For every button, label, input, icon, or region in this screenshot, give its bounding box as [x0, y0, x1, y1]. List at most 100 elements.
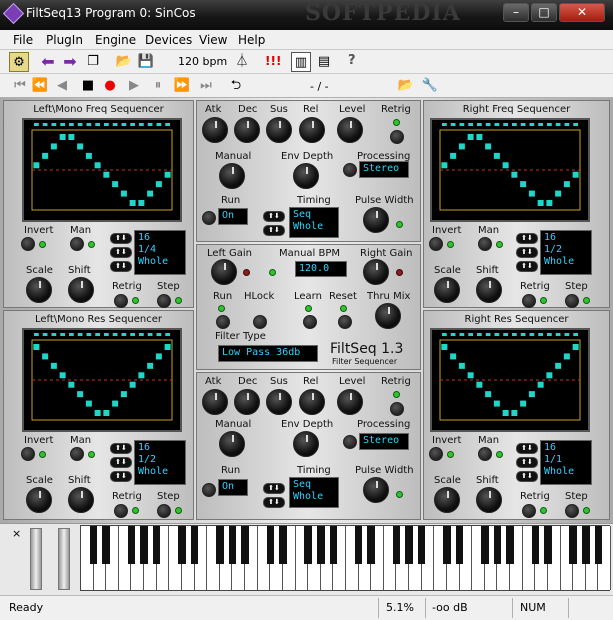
- step-grid[interactable]: [24, 330, 180, 430]
- plugin-icon[interactable]: ⚙: [9, 52, 29, 72]
- open-folder-icon[interactable]: 📂: [114, 52, 134, 72]
- black-key[interactable]: [140, 526, 148, 564]
- retrig-led[interactable]: [393, 119, 400, 126]
- run-knob[interactable]: [216, 315, 230, 329]
- release-knob[interactable]: [299, 117, 325, 143]
- shift-knob[interactable]: [476, 277, 502, 303]
- step-back-icon[interactable]: ◀: [52, 76, 72, 96]
- pulse-width-knob[interactable]: [363, 207, 389, 233]
- bpm-value-display[interactable]: 120.0: [295, 261, 347, 277]
- timing-display[interactable]: Seq Whole: [289, 207, 339, 238]
- close-button[interactable]: ✕: [559, 3, 605, 22]
- pulse-width-knob[interactable]: [363, 477, 389, 503]
- learn-led[interactable]: [305, 305, 312, 312]
- step-knob[interactable]: [565, 504, 579, 518]
- menu-help[interactable]: Help: [238, 33, 265, 47]
- black-key[interactable]: [329, 526, 338, 564]
- black-key[interactable]: [481, 526, 489, 564]
- step-led[interactable]: [175, 297, 182, 304]
- learn-knob[interactable]: [303, 315, 317, 329]
- retrig-led[interactable]: [132, 507, 139, 514]
- black-key[interactable]: [594, 526, 603, 564]
- step-knob[interactable]: [157, 294, 171, 308]
- black-key[interactable]: [266, 526, 275, 564]
- menu-plugin[interactable]: PlugIn: [46, 33, 83, 47]
- retrig-knob[interactable]: [522, 294, 536, 308]
- man-led[interactable]: [496, 451, 503, 458]
- black-key[interactable]: [392, 526, 401, 564]
- step-grid[interactable]: [432, 330, 588, 430]
- timing-up-down-2[interactable]: ⬆⬇: [263, 225, 285, 236]
- attack-knob[interactable]: [202, 117, 228, 143]
- thru-mix-knob[interactable]: [375, 303, 401, 329]
- mode-up-down[interactable]: ⬆⬇: [516, 261, 538, 272]
- bpm-display[interactable]: 120 bpm: [178, 55, 227, 68]
- fast-forward-icon[interactable]: ⏩: [172, 76, 192, 96]
- play-icon[interactable]: ▶: [124, 76, 144, 96]
- invert-knob[interactable]: [429, 447, 443, 461]
- retrig-led[interactable]: [540, 507, 547, 514]
- black-key[interactable]: [506, 526, 514, 564]
- maximize-button[interactable]: □: [531, 3, 557, 22]
- manual-knob[interactable]: [219, 431, 245, 457]
- length-up-down[interactable]: ⬆⬇: [516, 443, 538, 454]
- level-knob[interactable]: [337, 117, 363, 143]
- copy-icon[interactable]: ❐: [83, 52, 103, 72]
- man-led[interactable]: [496, 241, 503, 248]
- retrig-led[interactable]: [393, 391, 400, 398]
- sustain-knob[interactable]: [266, 117, 292, 143]
- save-icon[interactable]: 💾: [136, 52, 156, 72]
- decay-knob[interactable]: [234, 117, 260, 143]
- black-key[interactable]: [304, 526, 312, 564]
- left-gain-knob[interactable]: [211, 259, 237, 285]
- invert-knob[interactable]: [21, 237, 35, 251]
- retrig-knob[interactable]: [390, 130, 404, 144]
- run-knob[interactable]: [202, 483, 216, 497]
- timing-up-down-1[interactable]: ⬆⬇: [263, 483, 285, 494]
- right-freq-step-display[interactable]: [430, 118, 590, 222]
- rewind-start-icon[interactable]: ⏮: [10, 76, 30, 96]
- piano-keyboard[interactable]: [80, 525, 611, 591]
- attack-knob[interactable]: [202, 389, 228, 415]
- scale-knob[interactable]: [26, 277, 52, 303]
- scale-knob[interactable]: [26, 487, 52, 513]
- step-knob[interactable]: [565, 294, 579, 308]
- man-knob[interactable]: [478, 237, 492, 251]
- mode-up-down[interactable]: ⬆⬇: [516, 471, 538, 482]
- retrig-knob[interactable]: [522, 504, 536, 518]
- black-key[interactable]: [127, 526, 136, 564]
- arrow-right-icon[interactable]: ➡: [60, 52, 80, 72]
- editor-icon[interactable]: ▤: [314, 52, 334, 72]
- black-key[interactable]: [367, 526, 375, 564]
- hlock-knob[interactable]: [253, 315, 267, 329]
- rate-up-down[interactable]: ⬆⬇: [516, 457, 538, 468]
- invert-knob[interactable]: [429, 237, 443, 251]
- length-up-down[interactable]: ⬆⬇: [110, 443, 132, 454]
- black-key[interactable]: [152, 526, 161, 564]
- man-knob[interactable]: [478, 447, 492, 461]
- step-grid[interactable]: [432, 120, 588, 220]
- man-led[interactable]: [88, 451, 95, 458]
- black-key[interactable]: [190, 526, 199, 564]
- right-gain-knob[interactable]: [363, 259, 389, 285]
- rate-up-down[interactable]: ⬆⬇: [110, 457, 132, 468]
- black-key[interactable]: [279, 526, 287, 564]
- black-key[interactable]: [241, 526, 249, 564]
- black-key[interactable]: [316, 526, 325, 564]
- env-depth-knob[interactable]: [293, 431, 319, 457]
- black-key[interactable]: [544, 526, 552, 564]
- timing-up-down-1[interactable]: ⬆⬇: [263, 211, 285, 222]
- run-display[interactable]: On: [218, 208, 248, 225]
- manual-knob[interactable]: [219, 163, 245, 189]
- help-button[interactable]: ?: [348, 53, 356, 68]
- invert-led[interactable]: [447, 241, 454, 248]
- panic-button[interactable]: !!!: [265, 54, 281, 68]
- menu-devices[interactable]: Devices: [145, 33, 192, 47]
- pulse-width-led[interactable]: [396, 491, 403, 498]
- timing-display[interactable]: Seq Whole: [289, 477, 339, 508]
- retrig-knob[interactable]: [390, 402, 404, 416]
- menu-engine[interactable]: Engine: [95, 33, 136, 47]
- black-key[interactable]: [228, 526, 237, 564]
- black-key[interactable]: [417, 526, 426, 564]
- settings-icon[interactable]: 🔧: [420, 76, 440, 96]
